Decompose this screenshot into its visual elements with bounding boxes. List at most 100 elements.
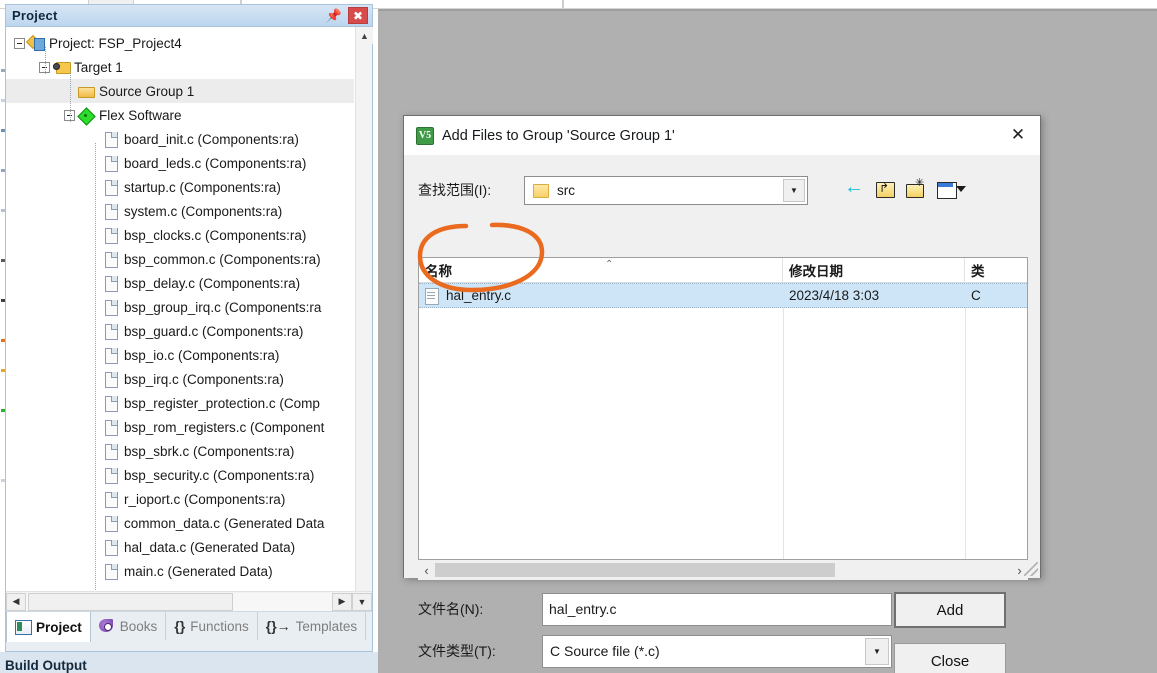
tree-item[interactable]: Source Group 1 — [6, 79, 354, 103]
resize-grip[interactable] — [1024, 562, 1038, 576]
file-name-input[interactable]: hal_entry.c — [542, 593, 892, 626]
tree-item-label: hal_data.c (Generated Data) — [124, 540, 295, 555]
file-modified-cell: 2023/4/18 3:03 — [783, 283, 965, 308]
screen-root: Project 📌 ✖ Project: FSP_Project4 Target … — [0, 0, 1157, 673]
scroll-dropdown-button[interactable]: ▼ — [352, 593, 372, 611]
pin-icon[interactable]: 📌 — [326, 8, 342, 24]
up-one-level-icon[interactable] — [875, 179, 897, 201]
file-type-chevron-down-icon[interactable]: ▼ — [865, 638, 889, 665]
back-icon[interactable] — [844, 179, 866, 201]
tree-item[interactable]: bsp_security.c (Components:ra) — [6, 463, 354, 487]
c-file-icon — [103, 179, 119, 195]
views-chevron-down-icon[interactable] — [956, 186, 966, 192]
file-hscroll-track[interactable] — [435, 563, 1011, 577]
tree-item[interactable]: Project: FSP_Project4 — [6, 31, 354, 55]
tree-item-label: bsp_guard.c (Components:ra) — [124, 324, 303, 339]
scroll-right-button[interactable]: ▶ — [332, 593, 352, 611]
add-button[interactable]: Add — [894, 592, 1006, 628]
tree-item[interactable]: bsp_clocks.c (Components:ra) — [6, 223, 354, 247]
tree-item-label: Target 1 — [74, 60, 123, 75]
file-type-combobox[interactable]: C Source file (*.c) ▼ — [542, 635, 892, 668]
tree-item[interactable]: r_ioport.c (Components:ra) — [6, 487, 354, 511]
file-type-label: 文件类型(T): — [418, 641, 542, 661]
tree-vertical-scrollbar[interactable]: ▲ — [355, 27, 372, 611]
column-separator-1 — [783, 283, 784, 560]
tree-item[interactable]: board_init.c (Components:ra) — [6, 127, 354, 151]
tree-item[interactable]: bsp_rom_registers.c (Component — [6, 415, 354, 439]
column-header-type[interactable]: 类 — [965, 258, 1025, 283]
panel-title-text: Project — [12, 8, 57, 23]
tree-horizontal-scrollbar[interactable]: ◀ ▶ ▼ — [6, 591, 372, 611]
c-file-icon — [103, 251, 119, 267]
file-list-row[interactable]: hal_entry.c2023/4/18 3:03C — [419, 283, 1027, 308]
tree-item[interactable]: bsp_io.c (Components:ra) — [6, 343, 354, 367]
c-file-icon — [103, 443, 119, 459]
look-in-value: src — [557, 183, 575, 198]
c-file-icon — [103, 491, 119, 507]
tab-label: Templates — [296, 619, 358, 634]
new-folder-icon[interactable] — [906, 179, 928, 201]
tab-project[interactable]: Project — [6, 612, 91, 642]
tree-item-label: bsp_register_protection.c (Comp — [124, 396, 320, 411]
tree-item[interactable]: bsp_delay.c (Components:ra) — [6, 271, 354, 295]
tree-item[interactable]: board_leds.c (Components:ra) — [6, 151, 354, 175]
tree-item[interactable]: bsp_common.c (Components:ra) — [6, 247, 354, 271]
file-list-horizontal-scrollbar[interactable]: ‹ › — [418, 560, 1028, 580]
flex-icon — [78, 107, 94, 123]
scroll-left-button[interactable]: ◀ — [6, 593, 26, 611]
tab-functions[interactable]: {}Functions — [166, 612, 257, 640]
tree-item[interactable]: startup.c (Components:ra) — [6, 175, 354, 199]
c-file-icon — [425, 288, 440, 304]
tree-item[interactable]: bsp_group_irq.c (Components:ra — [6, 295, 354, 319]
tree-guide-line — [45, 47, 46, 75]
tree-item-label: startup.c (Components:ra) — [124, 180, 281, 195]
tree-item[interactable]: bsp_register_protection.c (Comp — [6, 391, 354, 415]
tree-guide-line — [70, 71, 71, 123]
project-panel: Project 📌 ✖ Project: FSP_Project4 Target … — [5, 4, 373, 652]
folder-icon — [533, 183, 549, 197]
dialog-close-icon[interactable]: ✕ — [996, 116, 1040, 154]
folder-icon — [78, 83, 94, 99]
close-button[interactable]: Close — [894, 643, 1006, 673]
hscroll-thumb[interactable] — [28, 593, 233, 611]
tree-item[interactable]: bsp_sbrk.c (Components:ra) — [6, 439, 354, 463]
scroll-up-button[interactable]: ▲ — [356, 27, 373, 44]
tab-books[interactable]: Books — [91, 612, 167, 640]
uvision-app-icon: V5 — [416, 127, 434, 145]
c-file-icon — [103, 347, 119, 363]
tree-item[interactable]: Flex Software — [6, 103, 354, 127]
tree-item[interactable]: bsp_irq.c (Components:ra) — [6, 367, 354, 391]
project-tree[interactable]: Project: FSP_Project4 Target 1 Source Grou… — [6, 27, 354, 611]
tree-item[interactable]: main.c (Generated Data) — [6, 559, 354, 583]
tab-templates[interactable]: {}→Templates — [258, 612, 366, 640]
file-list[interactable]: 名称 修改日期 类 ⌃ hal_entry.c2023/4/18 3:03C — [418, 257, 1028, 560]
column-header-name[interactable]: 名称 — [419, 258, 783, 283]
project-tab-icon — [15, 620, 31, 634]
tree-collapse-icon[interactable] — [14, 38, 25, 49]
project-panel-tabs[interactable]: ProjectBooks{}Functions{}→Templates — [6, 611, 372, 651]
c-file-icon — [103, 371, 119, 387]
file-scroll-left-icon[interactable]: ‹ — [418, 560, 435, 580]
tree-item[interactable]: bsp_guard.c (Components:ra) — [6, 319, 354, 343]
tree-item-label: bsp_irq.c (Components:ra) — [124, 372, 284, 387]
dialog-titlebar: V5 Add Files to Group 'Source Group 1' ✕ — [404, 116, 1040, 155]
hscroll-track[interactable] — [26, 593, 332, 611]
tree-item[interactable]: Target 1 — [6, 55, 354, 79]
close-icon[interactable]: ✖ — [348, 7, 368, 24]
views-icon[interactable] — [937, 179, 959, 201]
file-type-cell: C — [965, 283, 1025, 308]
tree-item[interactable]: system.c (Components:ra) — [6, 199, 354, 223]
tree-item[interactable]: hal_data.c (Generated Data) — [6, 535, 354, 559]
look-in-combobox[interactable]: src ▼ — [524, 176, 808, 205]
c-file-icon — [103, 227, 119, 243]
column-header-modified[interactable]: 修改日期 — [783, 258, 965, 283]
sort-ascending-icon: ⌃ — [605, 259, 613, 270]
chevron-down-icon[interactable]: ▼ — [783, 179, 805, 202]
tree-guide-line — [95, 143, 96, 611]
file-name-cell: hal_entry.c — [419, 283, 783, 308]
tree-item[interactable]: common_data.c (Generated Data — [6, 511, 354, 535]
tree-item-label: board_init.c (Components:ra) — [124, 132, 299, 147]
file-list-rows[interactable]: hal_entry.c2023/4/18 3:03C — [419, 283, 1027, 308]
c-file-icon — [103, 155, 119, 171]
file-hscroll-thumb[interactable] — [435, 563, 835, 577]
